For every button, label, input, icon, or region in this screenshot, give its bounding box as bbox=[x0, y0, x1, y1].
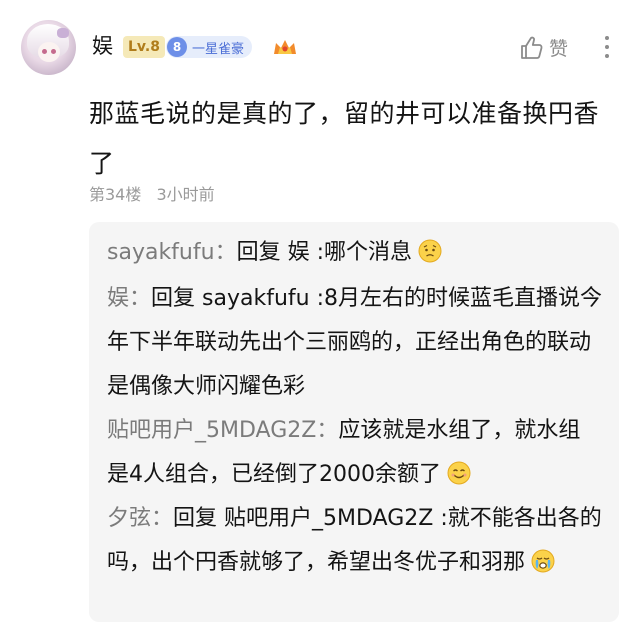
post-meta: 第34楼 3小时前 bbox=[89, 181, 225, 205]
reply-text: 回复 娱 :哪个消息 bbox=[236, 240, 412, 265]
reply-item[interactable]: sayakfufu：回复 娱 :哪个消息 bbox=[107, 231, 602, 275]
reply-item[interactable]: 贴吧用户_5MDAG2Z：应该就是水组了，就水组是4人组合，已经倒了2000余额… bbox=[107, 409, 602, 497]
fan-badge[interactable]: 8 一星雀豪 bbox=[166, 36, 253, 58]
thumbs-up-icon bbox=[521, 36, 543, 59]
reply-item[interactable]: 娱：回复 sayakfufu :8月左右的时候蓝毛直播说今年下半年联动先出个三丽… bbox=[107, 277, 602, 409]
reply-author[interactable]: 贴吧用户_5MDAG2Z bbox=[107, 418, 316, 443]
like-label: 赞 bbox=[549, 38, 569, 60]
crown-icon bbox=[274, 40, 296, 54]
reply-separator: ： bbox=[214, 240, 237, 265]
reply-item[interactable]: 夕弦：回复 贴吧用户_5MDAG2Z :就不能各出各的吗，出个円香就够了，希望出… bbox=[107, 497, 602, 585]
username[interactable]: 娱 bbox=[92, 32, 113, 60]
reply-text: 回复 sayakfufu :8月左右的时候蓝毛直播说今年下半年联动先出个三丽鸥的… bbox=[107, 286, 602, 399]
avatar-bow bbox=[57, 28, 69, 38]
avatar[interactable] bbox=[21, 20, 76, 75]
level-badge[interactable]: Lv.8 bbox=[123, 36, 165, 58]
reply-separator: ： bbox=[129, 286, 152, 311]
reply-author[interactable]: 娱 bbox=[107, 286, 129, 311]
floor-label: 第34楼 bbox=[89, 185, 142, 204]
reply-separator: ： bbox=[151, 506, 174, 531]
fan-level-number: 8 bbox=[167, 37, 187, 57]
more-vertical-icon[interactable] bbox=[598, 33, 616, 61]
post-content: 那蓝毛说的是真的了，留的井可以准备换円香了 bbox=[89, 99, 600, 178]
time-label: 3小时前 bbox=[156, 185, 215, 204]
reply-author[interactable]: sayakfufu bbox=[107, 240, 215, 265]
avatar-eye-right bbox=[51, 49, 56, 54]
smile-face-icon bbox=[447, 461, 471, 485]
like-button[interactable]: 赞 bbox=[519, 34, 568, 61]
avatar-eye-left bbox=[42, 49, 47, 54]
fan-title: 一星雀豪 bbox=[192, 41, 245, 57]
crying-face-icon bbox=[531, 549, 555, 573]
reply-author[interactable]: 夕弦 bbox=[107, 506, 151, 531]
reply-text: 回复 贴吧用户_5MDAG2Z :就不能各出各的吗，出个円香就够了，希望出冬优子… bbox=[107, 506, 602, 575]
worried-face-icon bbox=[418, 239, 442, 263]
reply-separator: ： bbox=[316, 418, 339, 443]
